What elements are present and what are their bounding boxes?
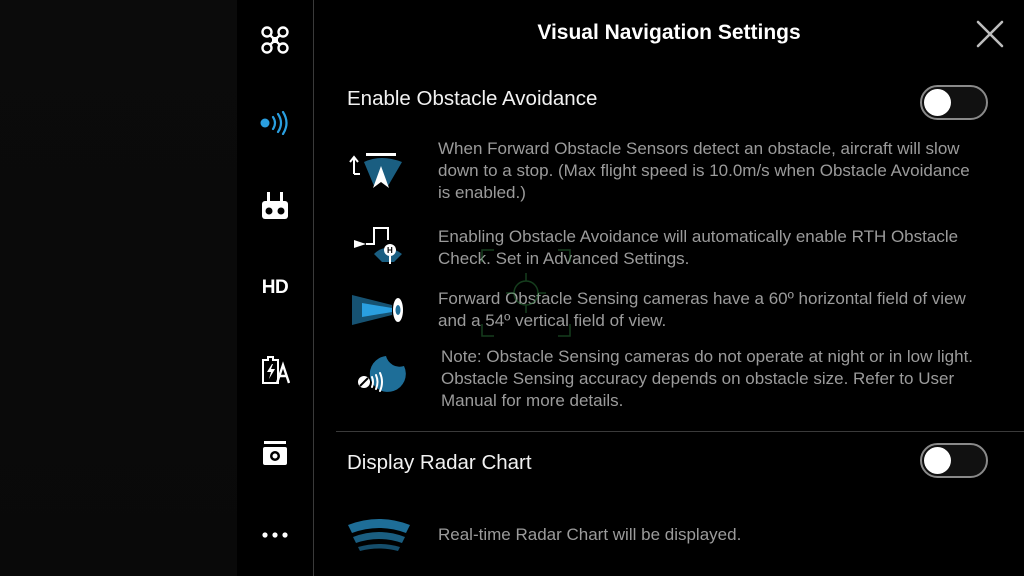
more-icon xyxy=(262,532,288,538)
battery-icon xyxy=(262,356,290,384)
close-icon xyxy=(976,20,1004,48)
sidebar-item-hd[interactable]: HD xyxy=(237,263,313,313)
note-night-low-light: Note: Obstacle Sensing cameras do not op… xyxy=(441,347,974,410)
toggle-knob xyxy=(924,447,951,474)
sidebar-item-more[interactable] xyxy=(237,510,313,560)
sidebar-item-battery[interactable] xyxy=(237,345,313,395)
radar-chart-toggle[interactable] xyxy=(920,443,988,478)
radar-chart-icon xyxy=(348,519,410,551)
aircraft-icon xyxy=(261,26,289,54)
rth-obstacle-check-icon: H xyxy=(354,227,402,264)
note-radar-chart: Real-time Radar Chart will be displayed. xyxy=(438,525,742,544)
section-divider xyxy=(336,431,1024,432)
note-sensing-field-of-view: Forward Obstacle Sensing cameras have a … xyxy=(438,289,966,330)
settings-sidebar: HD xyxy=(237,0,313,576)
note-slow-down-stop: When Forward Obstacle Sensors detect an … xyxy=(438,139,970,202)
sidebar-item-remote-controller[interactable] xyxy=(237,181,313,231)
sidebar-item-visual-navigation[interactable] xyxy=(237,98,313,148)
note-rth-obstacle-check: Enabling Obstacle Avoidance will automat… xyxy=(438,227,959,268)
close-button[interactable] xyxy=(974,18,1006,50)
obstacle-avoidance-toggle[interactable] xyxy=(920,85,988,120)
toggle-knob xyxy=(924,89,951,116)
slow-down-stop-icon xyxy=(349,153,402,188)
svg-text:H: H xyxy=(387,246,393,255)
camera-view-background xyxy=(0,0,237,576)
hd-label: HD xyxy=(261,277,289,298)
remote-controller-icon xyxy=(262,192,288,219)
camera-icon xyxy=(263,441,287,465)
radar-chart-label: Display Radar Chart xyxy=(347,451,532,474)
page-title: Visual Navigation Settings xyxy=(537,21,801,44)
sensing-field-of-view-icon xyxy=(352,295,403,325)
night-low-light-icon xyxy=(358,356,406,392)
visual-navigation-icon xyxy=(260,111,288,135)
visual-navigation-settings-panel: Visual Navigation Settings Enable Obstac… xyxy=(314,0,1024,576)
sidebar-item-aircraft[interactable] xyxy=(237,15,313,65)
obstacle-avoidance-label: Enable Obstacle Avoidance xyxy=(347,87,598,110)
sidebar-item-camera[interactable] xyxy=(237,428,313,478)
